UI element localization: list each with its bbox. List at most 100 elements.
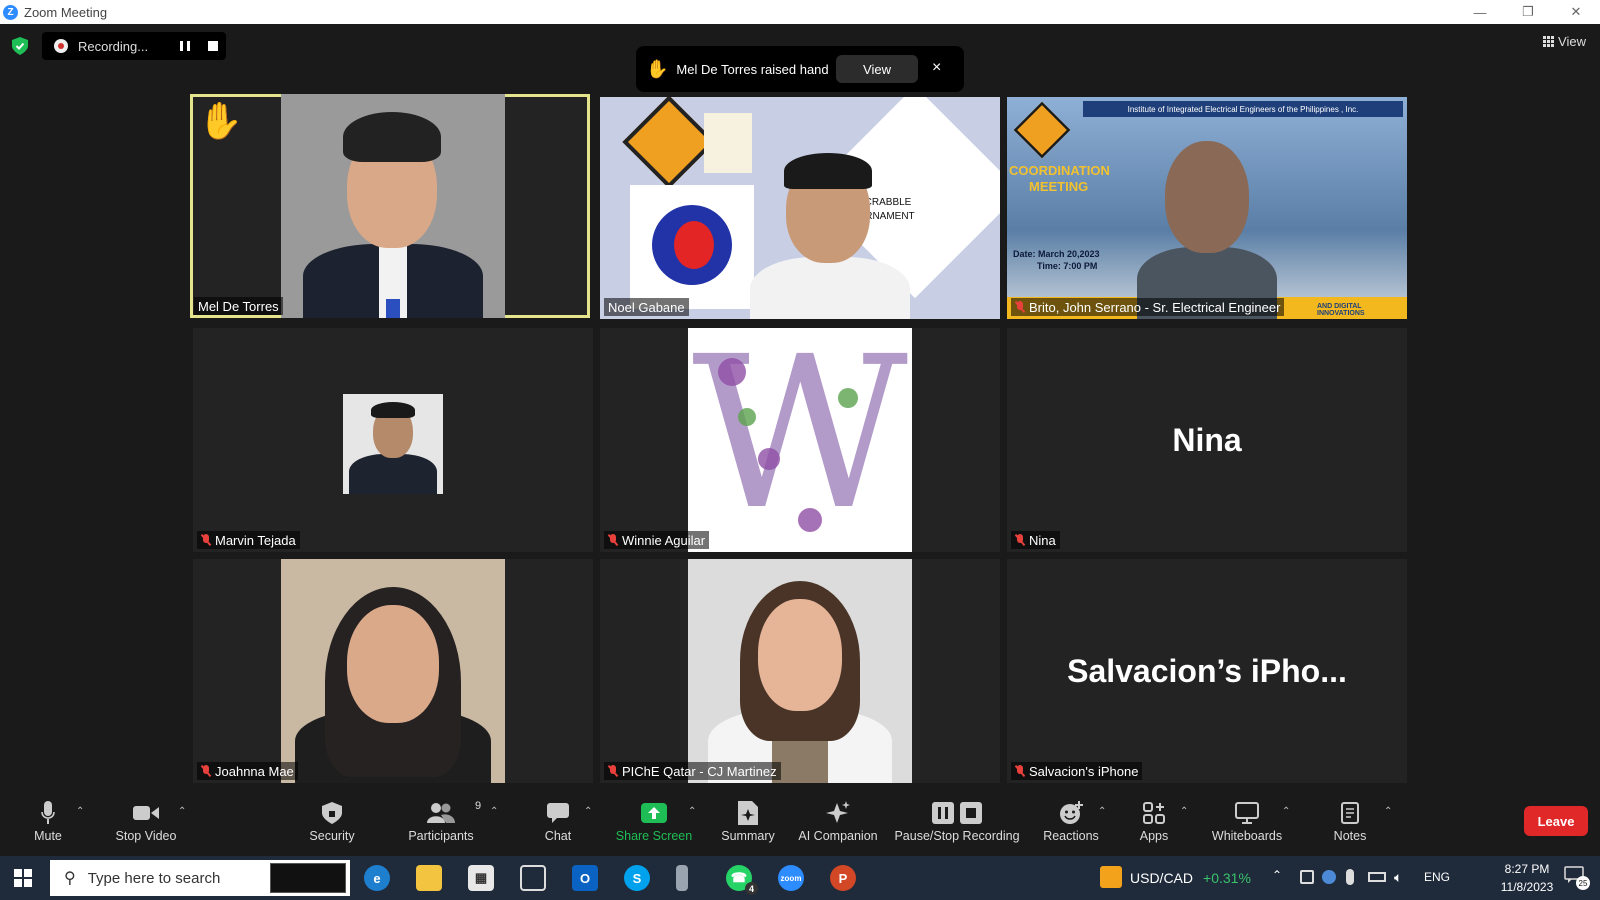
view-raised-hand-button[interactable]: View: [836, 55, 918, 83]
chat-button[interactable]: Chat: [538, 800, 578, 852]
video-camera-icon: [133, 806, 159, 820]
video-tile-joahnna-mae[interactable]: Joahnna Mae: [193, 559, 593, 783]
currency-ticker[interactable]: USD/CAD +0.31%: [1130, 870, 1251, 886]
video-tile-nina[interactable]: Nina Nina: [1007, 328, 1407, 552]
video-tile-salvacions-iphone[interactable]: Salvacion’s iPho... Salvacion's iPhone: [1007, 559, 1407, 783]
battery-icon[interactable]: [1368, 872, 1386, 882]
video-tile-noel-gabane[interactable]: SCRABBLE URNAMENT Noel Gabane: [600, 97, 1000, 319]
participant-nametag: PIChE Qatar - CJ Martinez: [604, 762, 781, 780]
ai-companion-button[interactable]: AI Companion: [796, 800, 880, 852]
video-tile-marvin-tejada[interactable]: Marvin Tejada: [193, 328, 593, 552]
title-bar: Z Zoom Meeting — ❐ ✕: [0, 0, 1600, 24]
summary-document-icon: [738, 801, 758, 825]
participant-video: [1137, 127, 1277, 319]
video-tile-piche-qatar-cj-martinez[interactable]: PIChE Qatar - CJ Martinez: [600, 559, 1000, 783]
notes-button[interactable]: Notes: [1330, 800, 1370, 852]
participant-nametag: Joahnna Mae: [197, 762, 298, 780]
pause-recording-icon[interactable]: [180, 41, 190, 51]
close-notification-button[interactable]: ×: [932, 59, 941, 77]
raised-hand-icon: ✋: [646, 58, 669, 79]
volume-icon[interactable]: 🔈︎: [1394, 869, 1402, 886]
stop-video-button[interactable]: Stop Video: [108, 800, 184, 852]
audio-options-caret[interactable]: ⌃: [76, 806, 84, 817]
summary-button[interactable]: Summary: [718, 800, 778, 852]
participants-button[interactable]: 9 Participants: [404, 800, 481, 852]
taskbar-search-box[interactable]: ⚲ Type here to search: [50, 860, 350, 896]
input-language[interactable]: ENG: [1424, 870, 1450, 884]
mute-button[interactable]: Mute: [30, 800, 66, 852]
chat-options-caret[interactable]: ⌃: [584, 806, 592, 817]
device-tray-icon[interactable]: [1300, 870, 1314, 884]
zoom-app-icon[interactable]: zoom: [778, 865, 804, 891]
raised-hand-text: Mel De Torres raised hand: [676, 61, 829, 77]
reactions-button[interactable]: Reactions: [1040, 800, 1102, 852]
participant-photo: [281, 559, 505, 783]
notification-center-icon[interactable]: 25: [1564, 866, 1590, 890]
whiteboards-options-caret[interactable]: ⌃: [1282, 806, 1290, 817]
search-icon: ⚲: [64, 870, 76, 887]
edge-browser-icon[interactable]: e: [364, 865, 390, 891]
video-tile-mel-de-torres[interactable]: ✋ Mel De Torres: [190, 94, 590, 318]
share-options-caret[interactable]: ⌃: [688, 806, 696, 817]
video-tile-brito-john-serrano[interactable]: Institute of Integrated Electrical Engin…: [1007, 97, 1407, 319]
whiteboards-button[interactable]: Whiteboards: [1210, 800, 1284, 852]
encryption-shield-icon[interactable]: [12, 37, 28, 55]
participant-display-name: Nina: [1172, 421, 1242, 458]
show-hidden-icons-caret[interactable]: ⌃: [1272, 868, 1282, 882]
stop-recording-icon[interactable]: [208, 41, 218, 51]
view-layout-button[interactable]: View: [1543, 34, 1586, 49]
participant-name: Marvin Tejada: [215, 532, 296, 548]
clock-date: 11/8/2023: [1500, 880, 1554, 894]
outlook-icon[interactable]: O: [572, 865, 598, 891]
participant-nametag: Brito, John Serrano - Sr. Electrical Eng…: [1011, 298, 1285, 316]
muted-mic-icon: [1015, 534, 1025, 546]
participant-nametag: Salvacion's iPhone: [1011, 762, 1143, 780]
file-explorer-icon[interactable]: [416, 865, 442, 891]
skype-icon[interactable]: S: [624, 865, 650, 891]
apps-options-caret[interactable]: ⌃: [1180, 806, 1188, 817]
participant-name: Brito, John Serrano - Sr. Electrical Eng…: [1029, 299, 1281, 315]
participant-photo: [343, 394, 443, 494]
microsoft-store-icon[interactable]: ▦: [468, 865, 494, 891]
muted-mic-icon: [1015, 765, 1025, 777]
whatsapp-icon[interactable]: ☎ 4: [726, 865, 758, 895]
pause-stop-recording-button[interactable]: Pause/Stop Recording: [894, 800, 1020, 852]
microphone-icon: [41, 801, 55, 824]
whiteboard-icon: [1235, 802, 1259, 824]
participant-name: Salvacion's iPhone: [1029, 763, 1139, 779]
record-dot-icon: [54, 39, 68, 53]
muted-mic-icon: [1015, 301, 1025, 313]
view-label: View: [1558, 34, 1586, 49]
participants-options-caret[interactable]: ⌃: [490, 806, 498, 817]
device-app-icon[interactable]: [676, 865, 688, 891]
system-clock[interactable]: 8:27 PM 11/8/2023: [1493, 860, 1561, 896]
app-cube-icon[interactable]: [520, 865, 546, 891]
chat-bubble-icon: [547, 803, 569, 823]
network-tray-icon[interactable]: [1322, 870, 1336, 884]
participant-nametag: Winnie Aguilar: [604, 531, 710, 549]
participant-name: Mel De Torres: [198, 298, 279, 314]
close-window-button[interactable]: ✕: [1552, 0, 1600, 24]
notification-count: 25: [1576, 876, 1590, 890]
windows-start-icon[interactable]: [14, 869, 32, 887]
video-tile-winnie-aguilar[interactable]: W Winnie Aguilar: [600, 328, 1000, 552]
powerpoint-icon[interactable]: P: [830, 865, 856, 891]
share-screen-button[interactable]: Share Screen: [616, 800, 692, 852]
ai-sparkle-icon: [826, 801, 850, 823]
minimize-button[interactable]: —: [1456, 0, 1504, 24]
apps-button[interactable]: Apps: [1136, 800, 1172, 852]
notes-options-caret[interactable]: ⌃: [1384, 806, 1392, 817]
search-placeholder: Type here to search: [87, 869, 221, 887]
security-button[interactable]: Security: [300, 800, 364, 852]
muted-mic-icon: [608, 534, 618, 546]
reactions-options-caret[interactable]: ⌃: [1098, 806, 1106, 817]
participants-icon: [427, 803, 455, 823]
whatsapp-badge: 4: [745, 882, 758, 895]
meeting-toolbar: Mute ⌃ Stop Video ⌃ Security 9 Participa…: [0, 794, 1600, 856]
microphone-tray-icon[interactable]: [1346, 869, 1354, 885]
participant-photo: [281, 94, 505, 318]
leave-meeting-button[interactable]: Leave: [1524, 806, 1588, 836]
lightbulb-logo-icon: [704, 113, 752, 173]
video-options-caret[interactable]: ⌃: [178, 806, 186, 817]
restore-button[interactable]: ❐: [1504, 0, 1552, 24]
